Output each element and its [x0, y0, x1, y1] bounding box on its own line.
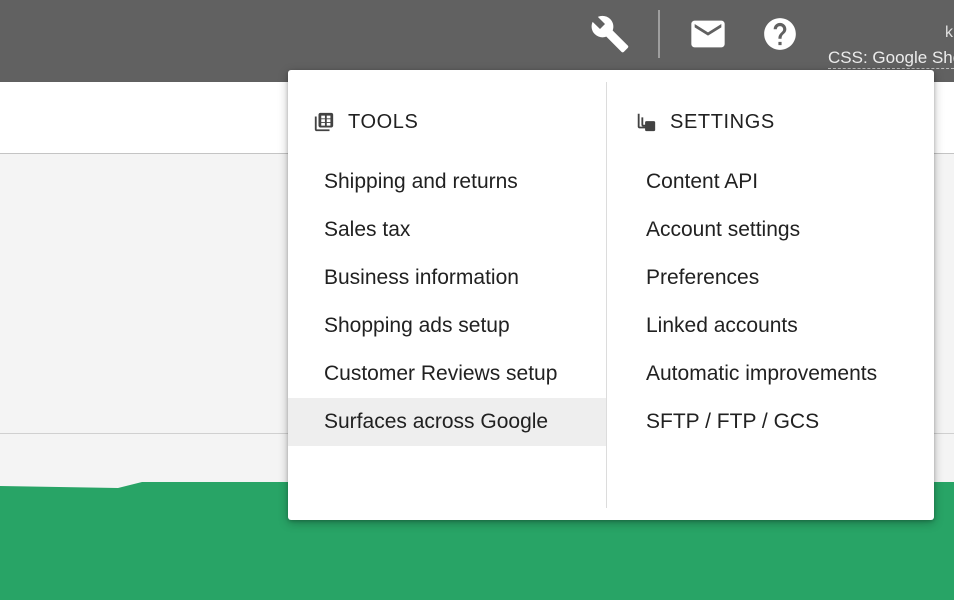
grid-table-icon: [312, 110, 336, 134]
settings-item-content-api[interactable]: Content API: [607, 158, 934, 206]
tools-section-title: TOOLS: [348, 110, 419, 133]
settings-item-preferences[interactable]: Preferences: [607, 254, 934, 302]
settings-section-header: SETTINGS: [634, 110, 775, 134]
tools-item-surfaces-across-google[interactable]: Surfaces across Google: [288, 398, 606, 446]
tools-wrench-button[interactable]: [586, 10, 634, 58]
account-initial[interactable]: k: [945, 24, 953, 42]
tools-settings-menu: TOOLS Shipping and returns Sales tax Bus…: [288, 70, 934, 520]
account-name[interactable]: CSS: Google Shopping: [828, 47, 954, 69]
tools-item-business-information[interactable]: Business information: [288, 254, 606, 302]
copy-stack-icon: [634, 110, 658, 134]
mail-icon: [691, 20, 725, 48]
tools-item-shipping-and-returns[interactable]: Shipping and returns: [288, 158, 606, 206]
settings-item-linked-accounts[interactable]: Linked accounts: [607, 302, 934, 350]
tools-list: Shipping and returns Sales tax Business …: [288, 158, 606, 446]
settings-item-automatic-improvements[interactable]: Automatic improvements: [607, 350, 934, 398]
tools-section-header: TOOLS: [312, 110, 418, 134]
wrench-icon: [591, 15, 629, 53]
help-icon: [764, 18, 796, 50]
tools-item-customer-reviews-setup[interactable]: Customer Reviews setup: [288, 350, 606, 398]
settings-list: Content API Account settings Preferences…: [607, 158, 934, 446]
settings-section-title: SETTINGS: [670, 110, 775, 133]
tools-item-sales-tax[interactable]: Sales tax: [288, 206, 606, 254]
settings-item-account-settings[interactable]: Account settings: [607, 206, 934, 254]
tools-item-shopping-ads-setup[interactable]: Shopping ads setup: [288, 302, 606, 350]
help-button[interactable]: [756, 10, 804, 58]
settings-item-sftp-ftp-gcs[interactable]: SFTP / FTP / GCS: [607, 398, 934, 446]
notifications-mail-button[interactable]: [684, 10, 732, 58]
toolbar-divider: [658, 10, 660, 58]
